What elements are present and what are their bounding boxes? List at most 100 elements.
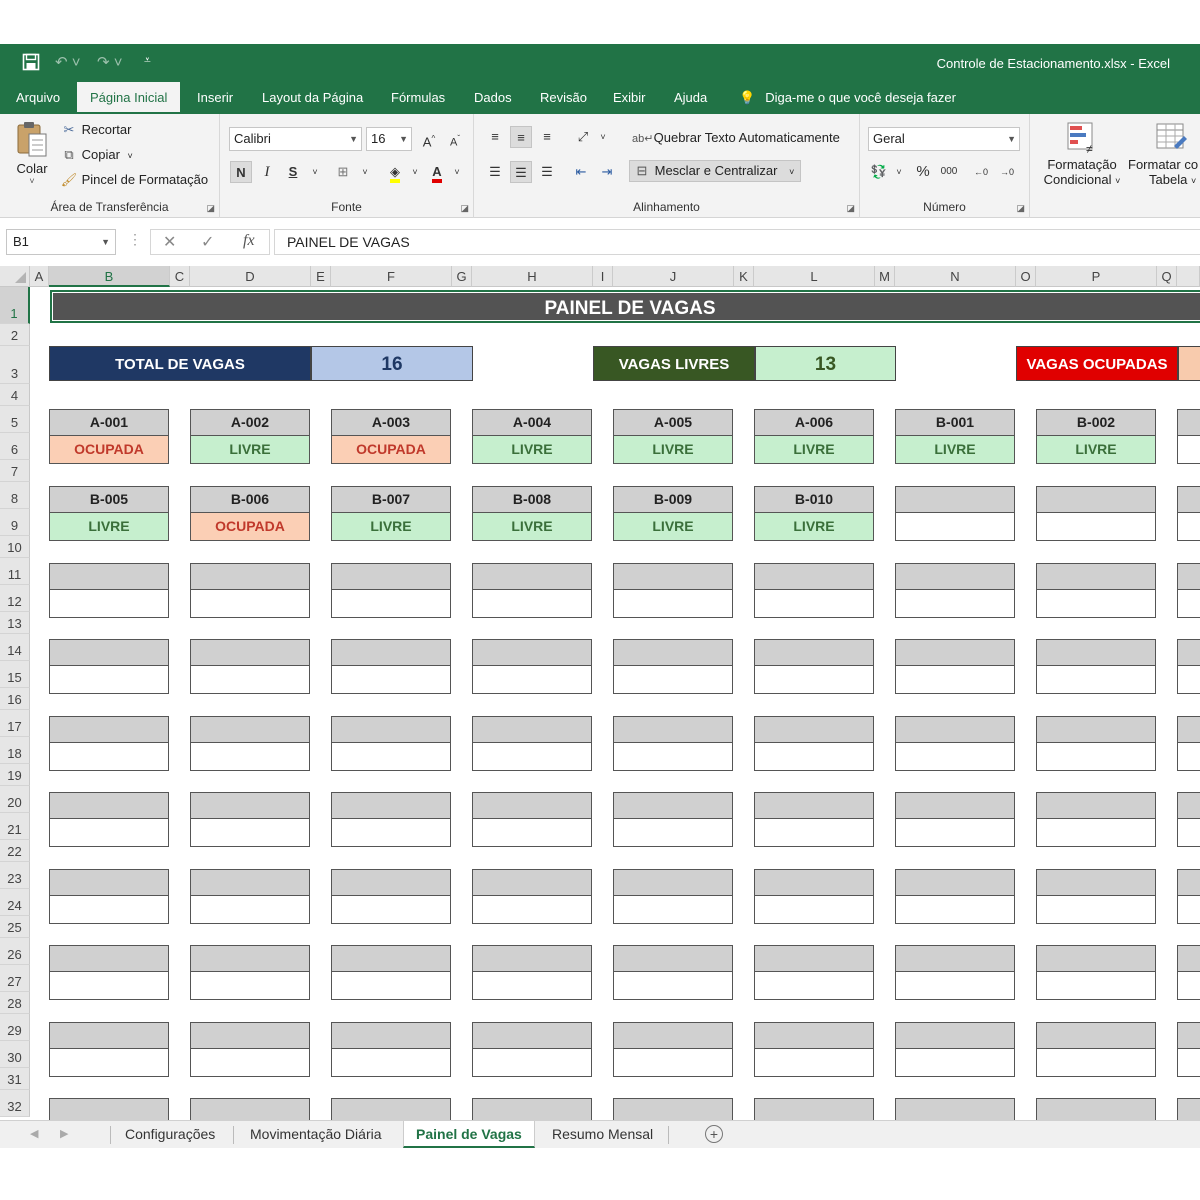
undo-icon[interactable]: ↶ ˅ <box>55 53 81 71</box>
parking-spot-card[interactable] <box>1177 486 1200 541</box>
parking-spot-card[interactable]: B-001 LIVRE <box>895 409 1015 464</box>
parking-spot-card[interactable]: A-005 LIVRE <box>613 409 733 464</box>
parking-spot-card[interactable]: B-010 LIVRE <box>754 486 874 541</box>
parking-spot-card[interactable] <box>1177 945 1200 1000</box>
parking-spot-card[interactable] <box>49 1098 169 1120</box>
parking-spot-card[interactable]: A-004 LIVRE <box>472 409 592 464</box>
panel-title[interactable]: PAINEL DE VAGAS <box>50 290 1200 323</box>
row-header-23[interactable]: 23 <box>0 862 30 889</box>
parking-spot-card[interactable] <box>331 639 451 694</box>
parking-spot-card[interactable]: B-007 LIVRE <box>331 486 451 541</box>
column-header-o[interactable]: O <box>1016 266 1036 287</box>
cut-button[interactable]: ✂ Recortar <box>60 122 132 138</box>
total-spots-label[interactable]: TOTAL DE VAGAS <box>49 346 311 381</box>
parking-spot-card[interactable] <box>895 792 1015 847</box>
row-header-5[interactable]: 5 <box>0 406 30 433</box>
parking-spot-card[interactable] <box>613 639 733 694</box>
parking-spot-card[interactable] <box>472 869 592 924</box>
add-sheet-icon[interactable]: + <box>705 1125 723 1143</box>
parking-spot-card[interactable] <box>613 716 733 771</box>
redo-icon[interactable]: ↷ ˅ <box>97 53 123 71</box>
scroll-left-icon[interactable]: ◀ <box>30 1127 38 1140</box>
borders-icon[interactable]: ⊞ <box>332 161 354 183</box>
chevron-down-icon[interactable]: ˅ <box>404 161 426 183</box>
row-header-8[interactable]: 8 <box>0 482 30 509</box>
chevron-down-icon[interactable]: ˅ <box>304 161 326 183</box>
parking-spot-card[interactable] <box>190 1022 310 1077</box>
parking-spot-card[interactable] <box>190 639 310 694</box>
parking-spot-card[interactable]: A-001 OCUPADA <box>49 409 169 464</box>
row-header-30[interactable]: 30 <box>0 1041 30 1068</box>
column-header-g[interactable]: G <box>452 266 472 287</box>
tab-layout-pagina[interactable]: Layout da Página <box>261 82 364 114</box>
parking-spot-card[interactable] <box>331 792 451 847</box>
parking-spot-card[interactable] <box>1177 409 1200 464</box>
parking-spot-card[interactable] <box>190 792 310 847</box>
decrease-font-button[interactable]: Aˇ <box>444 128 466 150</box>
parking-spot-card[interactable] <box>331 1022 451 1077</box>
parking-spot-card[interactable]: A-006 LIVRE <box>754 409 874 464</box>
row-header-20[interactable]: 20 <box>0 786 30 813</box>
comma-icon[interactable]: 000 <box>938 161 960 183</box>
sheet-tab-resumo-mensal[interactable]: Resumo Mensal <box>552 1121 653 1148</box>
parking-spot-card[interactable]: B-008 LIVRE <box>472 486 592 541</box>
sheet-tab-configuracoes[interactable]: Configurações <box>125 1121 215 1148</box>
chevron-down-icon[interactable]: ˅ <box>592 126 614 148</box>
row-header-11[interactable]: 11 <box>0 558 30 585</box>
decrease-decimal-icon[interactable]: →0 <box>996 161 1018 183</box>
increase-font-button[interactable]: A^ <box>418 128 440 150</box>
tell-me-search[interactable]: 💡 Diga-me o que você deseja fazer <box>738 82 957 114</box>
parking-spot-card[interactable] <box>1177 1098 1200 1120</box>
parking-spot-card[interactable] <box>895 869 1015 924</box>
parking-spot-card[interactable] <box>613 1098 733 1120</box>
parking-spot-card[interactable] <box>1177 639 1200 694</box>
row-header-22[interactable]: 22 <box>0 840 30 862</box>
parking-spot-card[interactable] <box>49 792 169 847</box>
column-header-d[interactable]: D <box>190 266 311 287</box>
parking-spot-card[interactable] <box>1036 486 1156 541</box>
parking-spot-card[interactable] <box>331 716 451 771</box>
row-header-14[interactable]: 14 <box>0 634 30 661</box>
scroll-right-icon[interactable]: ▶ <box>60 1127 68 1140</box>
tab-ajuda[interactable]: Ajuda <box>673 82 708 114</box>
tab-pagina-inicial[interactable]: Página Inicial <box>77 82 181 114</box>
parking-spot-card[interactable] <box>613 1022 733 1077</box>
total-spots-value[interactable]: 16 <box>311 346 473 381</box>
align-center-icon[interactable]: ☰ <box>510 161 532 183</box>
tab-inserir[interactable]: Inserir <box>196 82 234 114</box>
parking-spot-card[interactable] <box>1036 716 1156 771</box>
row-header-7[interactable]: 7 <box>0 460 30 482</box>
fx-icon[interactable]: fx <box>243 232 255 250</box>
column-header-k[interactable]: K <box>734 266 754 287</box>
row-header-16[interactable]: 16 <box>0 688 30 710</box>
column-header-b[interactable]: B <box>49 266 170 287</box>
dialog-launcher-icon[interactable]: ◪ <box>460 203 469 214</box>
parking-spot-card[interactable] <box>331 945 451 1000</box>
row-header-32[interactable]: 32 <box>0 1090 30 1117</box>
row-header-19[interactable]: 19 <box>0 764 30 786</box>
parking-spot-card[interactable] <box>613 945 733 1000</box>
chevron-down-icon[interactable]: ˅ <box>888 161 910 183</box>
underline-button[interactable]: S <box>282 161 304 183</box>
increase-indent-icon[interactable]: ⇥ <box>596 161 618 183</box>
row-header-17[interactable]: 17 <box>0 710 30 737</box>
column-header-n[interactable]: N <box>895 266 1016 287</box>
name-box[interactable]: B1 ▼ <box>6 229 116 255</box>
parking-spot-card[interactable] <box>754 563 874 618</box>
enter-icon[interactable]: ✓ <box>201 232 214 252</box>
parking-spot-card[interactable] <box>472 792 592 847</box>
save-icon[interactable] <box>22 53 40 75</box>
font-size-select[interactable]: 16 ▼ <box>366 127 412 151</box>
row-header-31[interactable]: 31 <box>0 1068 30 1090</box>
align-top-icon[interactable]: ≡ <box>484 126 506 148</box>
format-as-table-button[interactable]: Formatar co Tabela ˅ <box>1128 120 1200 187</box>
copy-button[interactable]: ⧉ Copiar ˅ <box>60 147 132 163</box>
column-header-e[interactable]: E <box>311 266 331 287</box>
align-middle-icon[interactable]: ≡ <box>510 126 532 148</box>
parking-spot-card[interactable] <box>190 563 310 618</box>
column-header-m[interactable]: M <box>875 266 895 287</box>
cancel-icon[interactable]: ✕ <box>163 232 176 252</box>
parking-spot-card[interactable] <box>472 563 592 618</box>
parking-spot-card[interactable] <box>613 869 733 924</box>
parking-spot-card[interactable] <box>613 792 733 847</box>
